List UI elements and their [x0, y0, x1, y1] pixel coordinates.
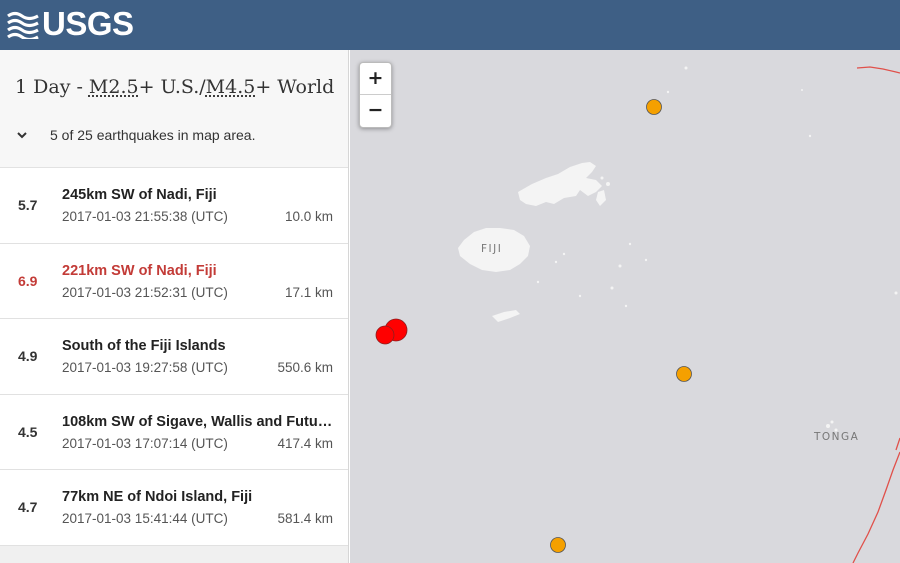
chevron-down-icon[interactable] [15, 128, 29, 142]
title-prefix: 1 Day - [15, 76, 89, 98]
plate-boundary [856, 66, 900, 74]
time: 2017-01-03 19:27:58 (UTC) [62, 360, 228, 375]
depth: 17.1 km [284, 284, 333, 300]
time: 2017-01-03 17:07:14 (UTC) [62, 435, 228, 451]
earthquake-marker-older[interactable] [676, 366, 692, 382]
earthquake-marker-older[interactable] [646, 99, 662, 115]
earthquake-list-item[interactable]: 6.9 221km SW of Nadi, Fiji 2017-01-03 21… [0, 243, 348, 319]
title-us-magnitude: M2.5 [88, 76, 139, 98]
island-taveuni [596, 190, 606, 206]
usgs-logo[interactable]: USGS [7, 5, 134, 42]
plate-boundary [852, 451, 900, 563]
earthquake-list-item[interactable]: 4.5 108km SW of Sigave, Wallis and Futun… [0, 394, 348, 470]
earthquake-list-item[interactable]: 5.7 245km SW of Nadi, Fiji 2017-01-03 21… [0, 168, 348, 244]
title-us-region: + U.S./ [138, 76, 206, 98]
place: 77km NE of Ndoi Island, Fiji [62, 489, 253, 505]
count-row: 5 of 25 earthquakes in map area. [15, 127, 255, 143]
logo-text: USGS [42, 5, 134, 42]
plate-boundary [895, 437, 900, 451]
time: 2017-01-03 15:41:44 (UTC) [62, 511, 228, 526]
magnitude: 4.5 [18, 423, 38, 440]
earthquake-list-item[interactable]: 4.9 South of the Fiji Islands 2017-01-03… [0, 319, 348, 395]
depth: 550.6 km [277, 360, 333, 375]
title-world-region: + World [255, 76, 335, 98]
map-canvas[interactable] [350, 50, 900, 563]
magnitude: 6.9 [18, 272, 38, 289]
map-label-tonga: TONGA [814, 431, 860, 443]
earthquake-count: 5 of 25 earthquakes in map area. [50, 127, 256, 143]
earthquake-list: 5.7 245km SW of Nadi, Fiji 2017-01-03 21… [0, 168, 348, 546]
place: 108km SW of Sigave, Wallis and Futuna [62, 413, 334, 430]
place: 221km SW of Nadi, Fiji [62, 262, 217, 279]
depth: 10.0 km [284, 209, 333, 224]
map-label-fiji: FIJI [481, 243, 503, 255]
earthquake-marker-recent[interactable] [375, 325, 395, 345]
list-summary: 1 Day - M2.5+ U.S./M4.5+ World 5 of 25 e… [0, 50, 348, 168]
depth: 581.4 km [277, 511, 333, 526]
site-header: USGS [0, 0, 900, 50]
earthquake-list-item[interactable]: 4.7 77km NE of Ndoi Island, Fiji 2017-01… [0, 470, 348, 546]
place: South of the Fiji Islands [62, 338, 226, 354]
time: 2017-01-03 21:55:38 (UTC) [62, 209, 228, 224]
zoom-in-button[interactable]: + [360, 63, 391, 95]
page-title: 1 Day - M2.5+ U.S./M4.5+ World [15, 76, 334, 98]
time: 2017-01-03 21:52:31 (UTC) [62, 284, 228, 300]
title-world-magnitude: M4.5 [205, 76, 256, 98]
island-vanua-levu [518, 162, 602, 206]
earthquake-list-panel: 1 Day - M2.5+ U.S./M4.5+ World 5 of 25 e… [0, 50, 349, 563]
map-view[interactable]: FIJI TONGA + − [350, 50, 900, 563]
island-kadavu [492, 310, 520, 322]
magnitude: 4.9 [18, 348, 38, 364]
place: 245km SW of Nadi, Fiji [62, 187, 217, 203]
magnitude: 4.7 [18, 499, 38, 515]
magnitude: 5.7 [18, 197, 38, 213]
small-islands [536, 66, 898, 432]
earthquake-marker-older[interactable] [550, 537, 566, 553]
zoom-out-button[interactable]: − [360, 95, 391, 127]
usgs-wave-logo-icon [7, 9, 39, 39]
list-footer [0, 546, 348, 563]
depth: 417.4 km [277, 435, 333, 451]
zoom-control: + − [359, 62, 392, 128]
